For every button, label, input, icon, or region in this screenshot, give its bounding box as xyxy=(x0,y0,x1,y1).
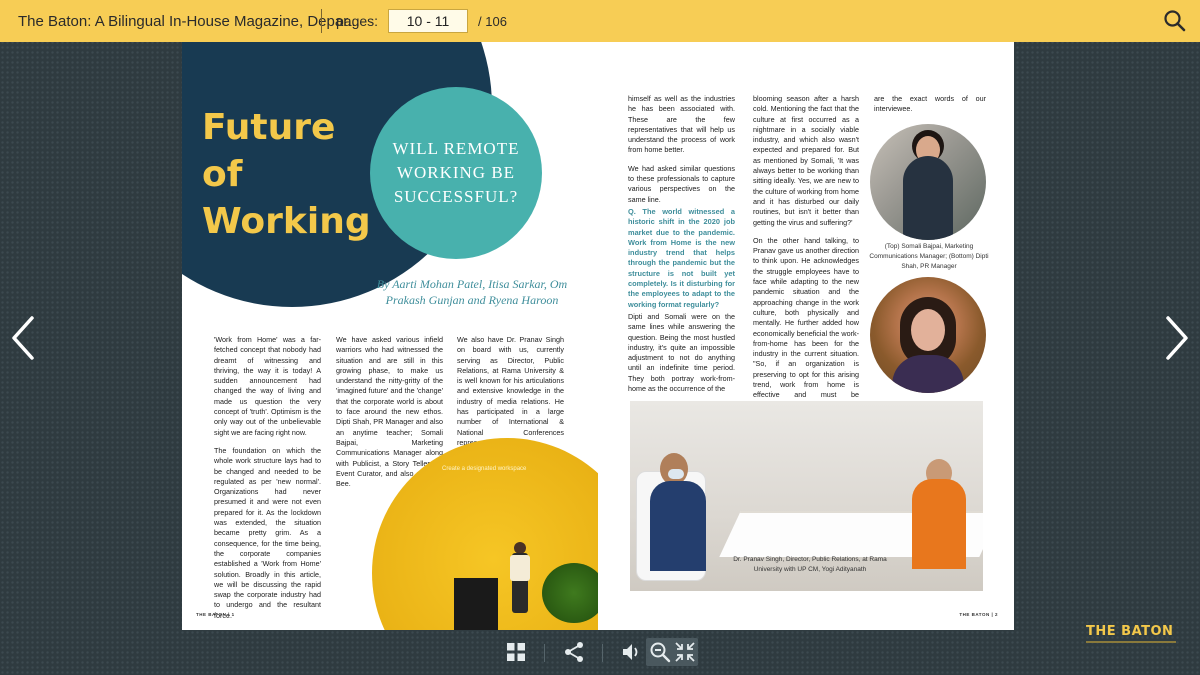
paragraph: On the other hand talking, to Pranav gav… xyxy=(753,235,859,410)
byline: By Aarti Mohan Patel, Itisa Sarkar, Om P… xyxy=(376,277,568,307)
toolbar-divider xyxy=(602,644,603,662)
portrait-face xyxy=(911,309,945,351)
magazine-spread[interactable]: Future of Working WILL REMOTE WORKING BE… xyxy=(182,42,1014,630)
text-column-4: himself as well as the industries he has… xyxy=(628,94,735,213)
search-icon[interactable] xyxy=(1162,8,1188,34)
left-page: Future of Working WILL REMOTE WORKING BE… xyxy=(182,42,598,630)
chevron-left-icon[interactable] xyxy=(8,315,38,361)
paragraph: 'Work from Home' was a far-fetched conce… xyxy=(214,335,321,437)
chevron-right-icon[interactable] xyxy=(1162,315,1192,361)
portrait-body xyxy=(903,156,953,240)
title-line: Future xyxy=(202,107,336,148)
office-meeting-photo: Dr. Pranav Singh, Director, Public Relat… xyxy=(630,401,983,591)
zoom-out-icon[interactable] xyxy=(648,640,672,664)
title-line: Working xyxy=(202,201,371,242)
thumbnails-grid-icon[interactable] xyxy=(504,640,528,664)
paragraph: We also have Dr. Pranav Singh on board w… xyxy=(457,335,564,447)
toolbar-divider xyxy=(544,644,545,662)
person-body xyxy=(912,479,966,569)
portrait-caption: (Top) Somali Bajpai, Marketing Communica… xyxy=(869,243,989,270)
cabinet-shape xyxy=(454,578,498,630)
text-column-5: blooming season after a harsh cold. Ment… xyxy=(753,94,859,419)
text-column-4b: Dipti and Somali were on the same lines … xyxy=(628,312,735,402)
paragraph: blooming season after a harsh cold. Ment… xyxy=(753,94,859,227)
paragraph: are the exact words of our interviewee. xyxy=(874,94,986,114)
brand-logo: THE BATON xyxy=(1086,624,1174,639)
page-total: / 106 xyxy=(478,13,507,29)
paragraph: himself as well as the industries he has… xyxy=(628,94,735,155)
page-footer: THE BATON | 1 xyxy=(196,612,235,617)
teal-circle-graphic: WILL REMOTE WORKING BE SUCCESSFUL? xyxy=(370,87,542,259)
paragraph: The foundation on which the whole work s… xyxy=(214,445,321,620)
document-title: The Baton: A Bilingual In-House Magazine… xyxy=(18,12,360,30)
portrait-somali xyxy=(870,124,986,240)
office-photo-caption: Dr. Pranav Singh, Director, Public Relat… xyxy=(733,556,887,573)
paragraph: We had asked similar questions to these … xyxy=(628,163,735,204)
teal-heading: WILL REMOTE WORKING BE SUCCESSFUL? xyxy=(392,139,520,206)
page-footer: THE BATON | 2 xyxy=(959,612,998,617)
person-body xyxy=(650,481,706,571)
top-bar: The Baton: A Bilingual In-House Magazine… xyxy=(0,0,1200,42)
brand-underline xyxy=(1086,641,1176,643)
page-number-input[interactable] xyxy=(388,9,469,33)
paragraph: Dipti and Somali were on the same lines … xyxy=(628,312,735,394)
plant-shape xyxy=(542,563,598,623)
volume-icon[interactable] xyxy=(620,640,644,664)
question-block: Q. The world witnessed a historic shift … xyxy=(628,207,735,309)
mask-shape xyxy=(668,469,684,479)
person-shirt xyxy=(510,555,530,581)
pages-label: pages: xyxy=(336,13,379,29)
collapse-icon[interactable] xyxy=(673,640,697,664)
text-column-1: 'Work from Home' was a far-fetched conce… xyxy=(214,335,321,629)
divider xyxy=(321,9,322,33)
bottom-toolbar xyxy=(0,630,1200,675)
right-page: himself as well as the industries he has… xyxy=(598,42,1014,630)
portrait-dipti xyxy=(870,277,986,393)
portrait-body xyxy=(892,355,964,393)
photo-caption: Create a designated workspace xyxy=(442,466,527,472)
share-icon[interactable] xyxy=(562,640,586,664)
text-column-6: are the exact words of our interviewee. xyxy=(874,94,986,123)
